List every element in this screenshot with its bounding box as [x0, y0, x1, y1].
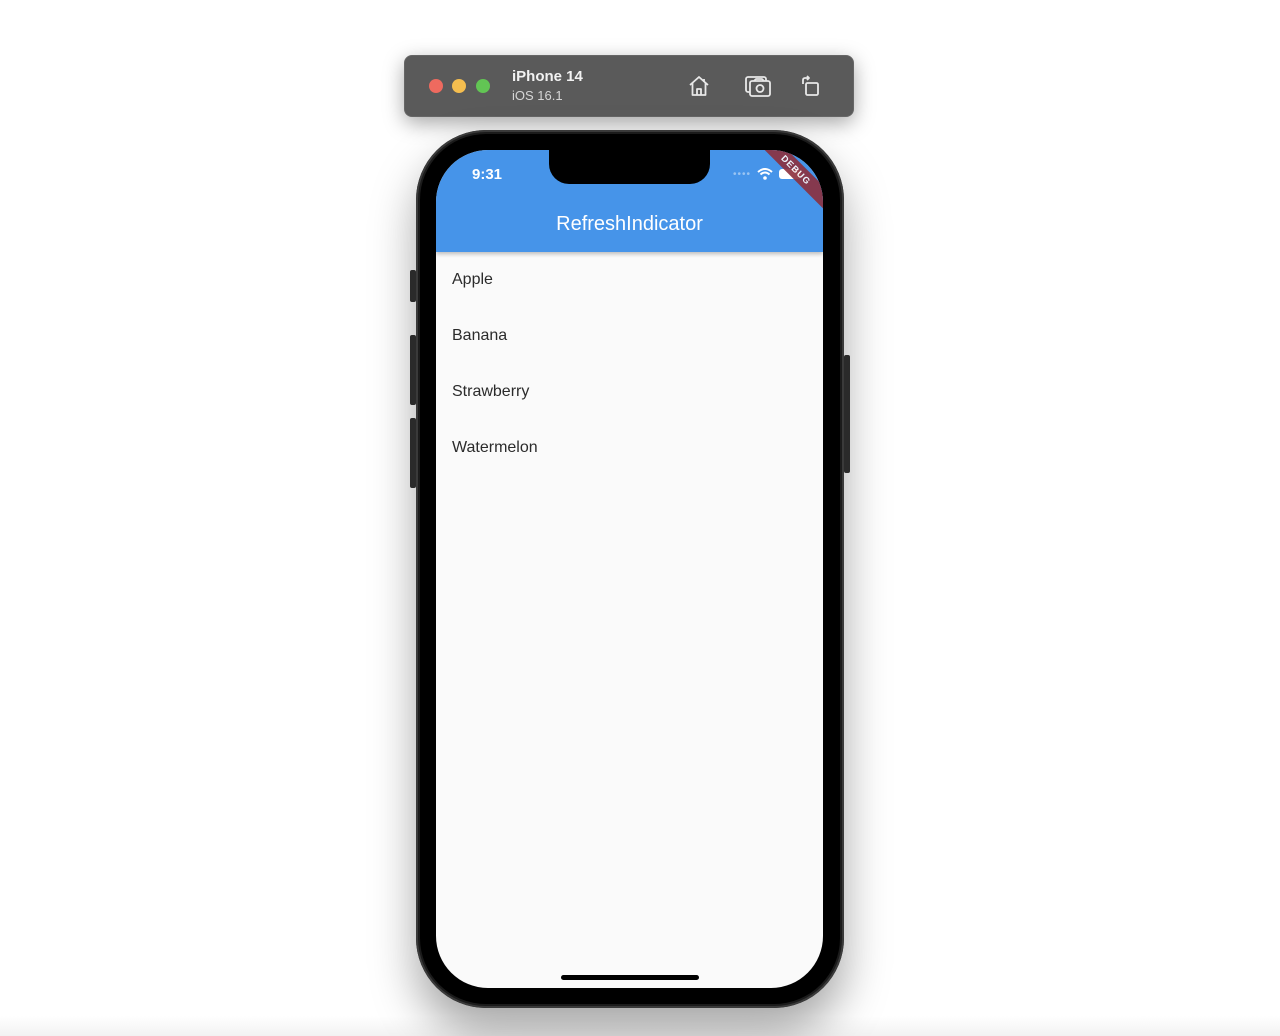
- status-time: 9:31: [472, 166, 503, 183]
- list-item[interactable]: Watermelon: [436, 420, 823, 476]
- list-item[interactable]: Strawberry: [436, 364, 823, 420]
- simulator-toolbar: iPhone 14 iOS 16.1: [404, 55, 854, 117]
- fruit-list[interactable]: Apple Banana Strawberry Watermelon: [436, 252, 823, 476]
- app-bar: 9:31 •••• RefreshIndicator: [436, 150, 823, 252]
- home-indicator[interactable]: [561, 975, 699, 980]
- screenshot-button[interactable]: [743, 71, 773, 101]
- rotate-button[interactable]: [796, 71, 826, 101]
- power-button: [844, 355, 850, 473]
- close-window-button[interactable]: [429, 79, 443, 93]
- mute-switch: [410, 270, 416, 302]
- list-item[interactable]: Banana: [436, 308, 823, 364]
- home-icon: [689, 76, 709, 96]
- volume-down-button: [410, 418, 416, 488]
- os-version: iOS 16.1: [512, 88, 563, 103]
- wifi-icon: [757, 168, 773, 180]
- signal-icon: ••••: [732, 168, 751, 180]
- volume-up-button: [410, 335, 416, 405]
- home-button[interactable]: [684, 71, 714, 101]
- rotate-icon: [802, 75, 819, 96]
- phone-screen: 9:31 •••• RefreshIndicator DEBUG Apple B…: [436, 150, 823, 988]
- app-bar-title: RefreshIndicator: [556, 213, 703, 235]
- list-item[interactable]: Apple: [436, 252, 823, 308]
- screenshot-icon: [745, 76, 771, 97]
- maximize-window-button[interactable]: [476, 79, 490, 93]
- background-fade: [0, 1016, 1280, 1036]
- minimize-window-button[interactable]: [452, 79, 466, 93]
- device-name: iPhone 14: [512, 68, 583, 85]
- notch: [549, 150, 710, 184]
